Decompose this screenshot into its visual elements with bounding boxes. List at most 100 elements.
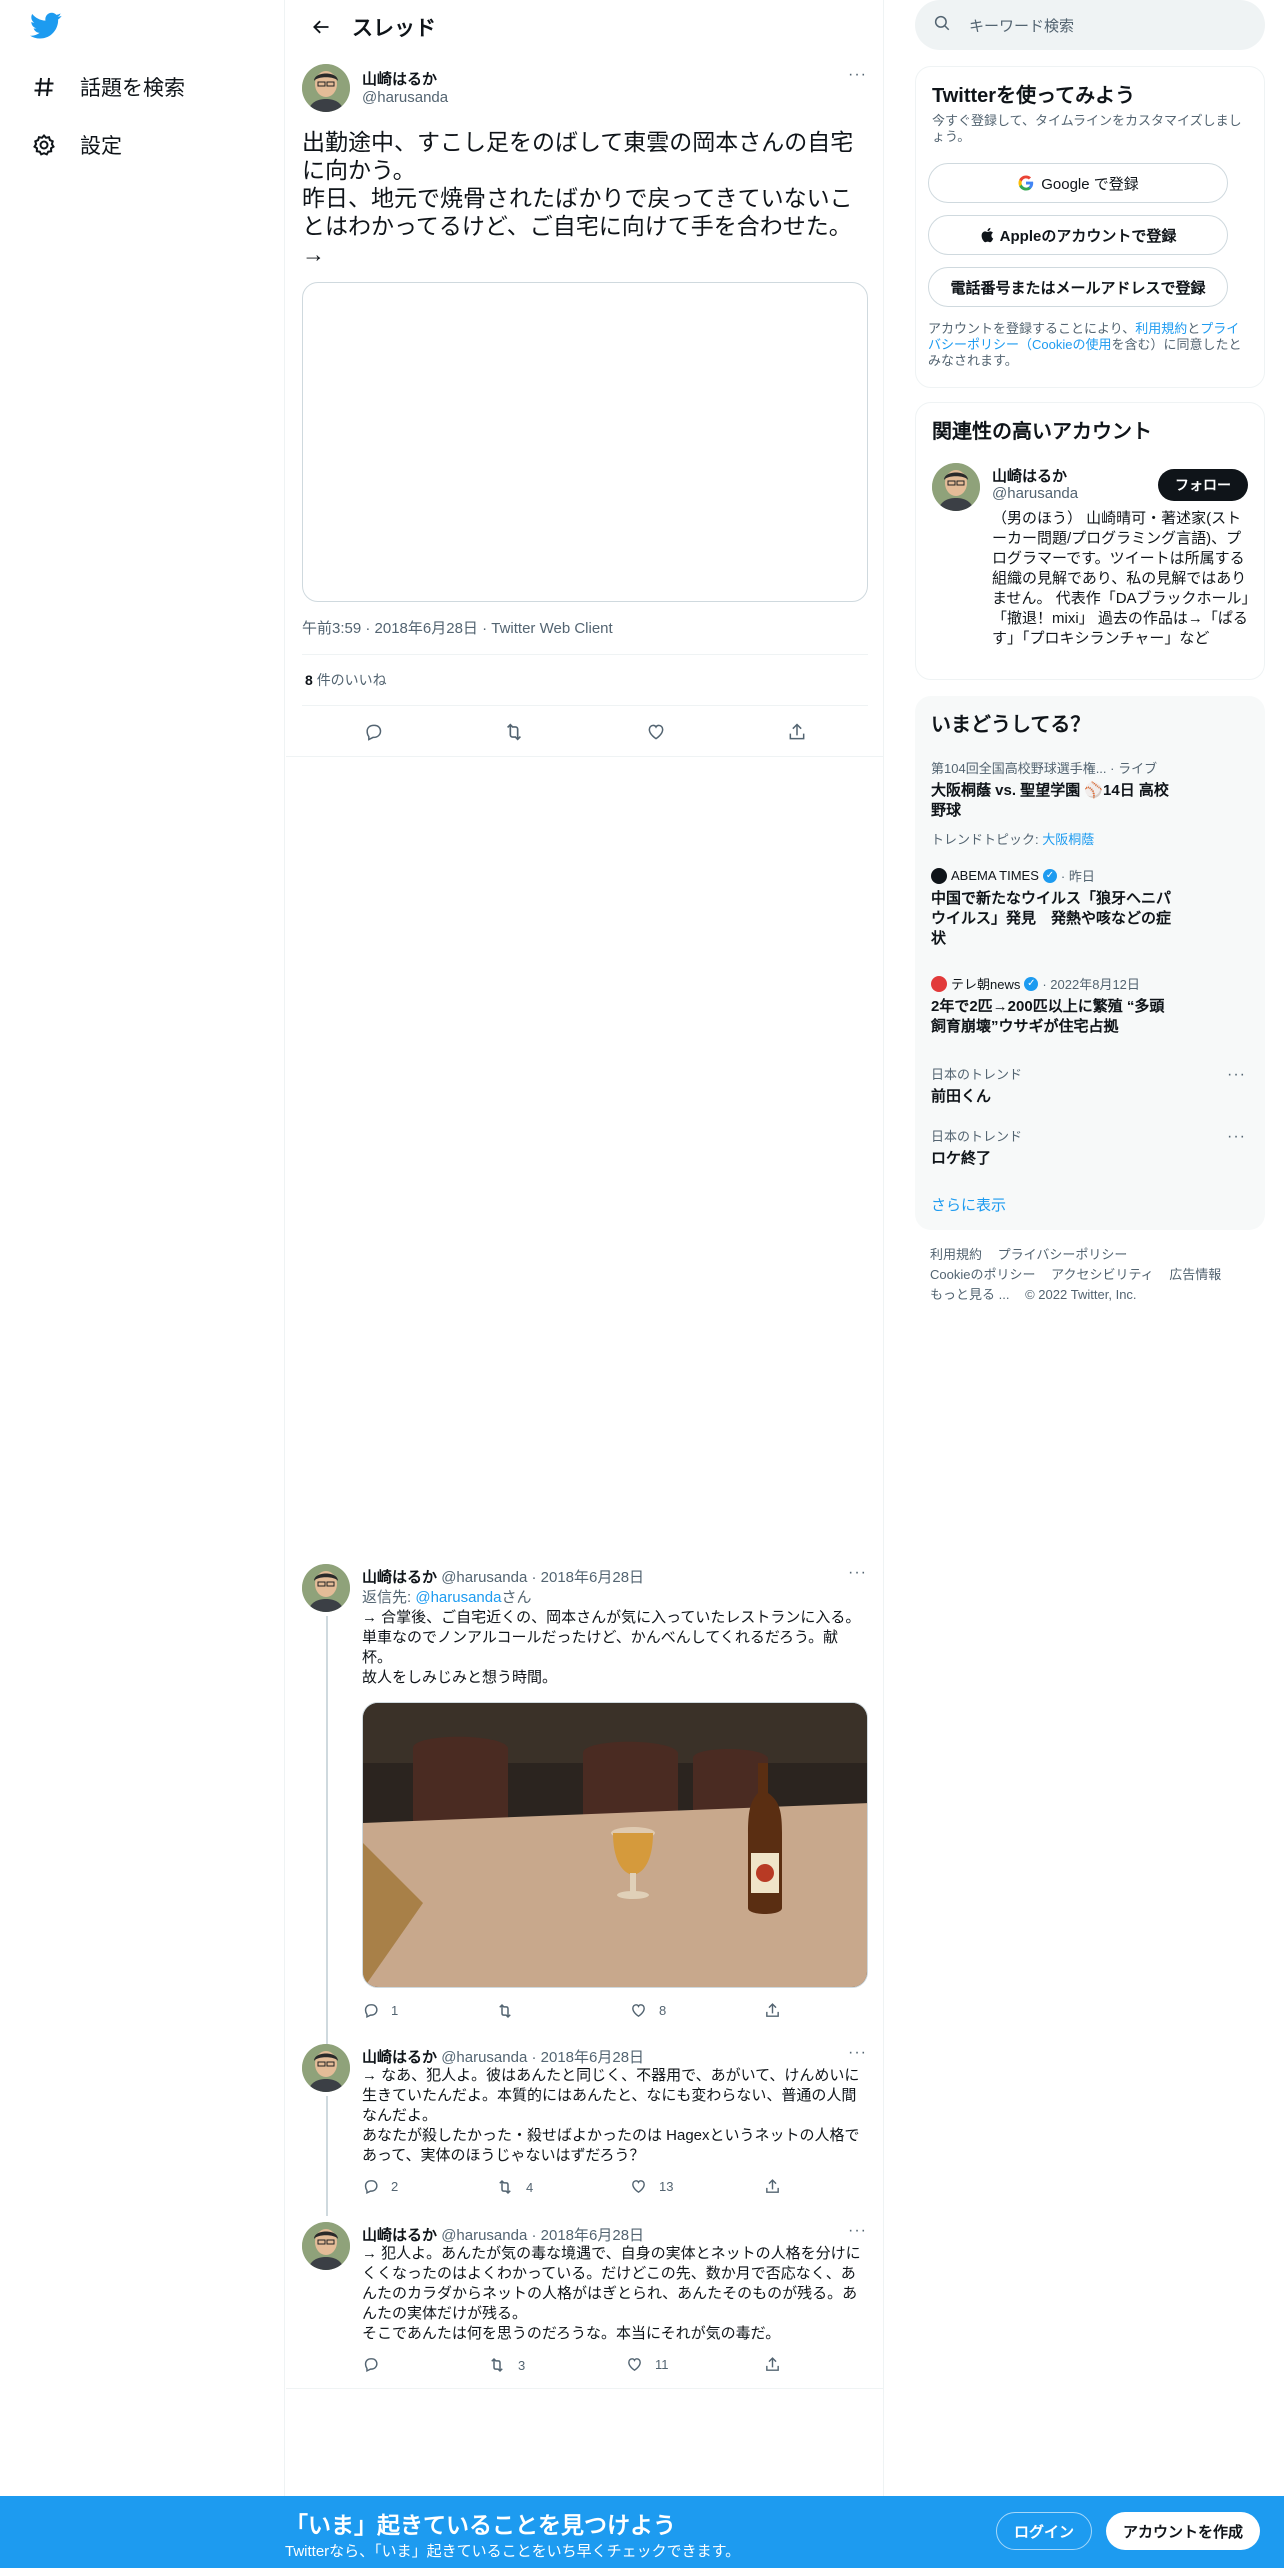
like-count: 8	[659, 2003, 667, 2018]
trend-item[interactable]: 日本のトレンド ロケ終了	[931, 1126, 1251, 1169]
author-handle[interactable]: @harusanda	[441, 1569, 527, 1586]
share-button[interactable]	[764, 2356, 793, 2373]
divider	[286, 756, 884, 757]
reply-tweet[interactable]: 山崎はるか @harusanda · 2018年6月28日 ··· → なあ、犯…	[286, 2036, 884, 2216]
reply-actions: 2 4 13	[362, 2178, 802, 2200]
related-accounts-panel: 関連性の高いアカウント 山崎はるか @harusanda フォロー （男のほう）…	[915, 402, 1265, 680]
trend-item[interactable]: ABEMA TIMES ✓ · 昨日 中国で新たなウイルス「狼牙ヘニパウイルス」…	[931, 866, 1251, 949]
tweet-date[interactable]: · 2018年6月28日	[531, 2227, 644, 2244]
retweet-button[interactable]	[496, 2002, 526, 2020]
login-button[interactable]: ログイン	[996, 2512, 1092, 2550]
author-handle[interactable]: @harusanda	[441, 2049, 527, 2066]
search-placeholder[interactable]: キーワード検索	[969, 15, 1074, 36]
trends-panel: いまどうしてる？ 第104回全国高校野球選手権... · ライブ 大阪桐蔭 vs…	[915, 696, 1265, 1230]
trend-item[interactable]: テレ朝news ✓ · 2022年8月12日 2年で2匹→200匹以上に繁殖 “…	[931, 974, 1251, 1037]
like-count: 11	[655, 2357, 669, 2372]
trend-item[interactable]: 第104回全国高校野球選手権... · ライブ 大阪桐蔭 vs. 聖望学園 ⚾1…	[931, 758, 1251, 848]
like-button[interactable]: 11	[626, 2356, 669, 2373]
share-button[interactable]	[777, 712, 817, 752]
show-more-link[interactable]: さらに表示	[931, 1194, 1006, 1215]
avatar[interactable]	[932, 463, 980, 511]
thread-connector	[326, 1616, 328, 2056]
share-button[interactable]	[764, 2178, 793, 2195]
apple-icon	[981, 227, 993, 243]
apple-signup-button[interactable]: Appleのアカウントで登録	[928, 215, 1228, 255]
avatar[interactable]	[302, 64, 350, 112]
abema-logo-icon	[931, 867, 947, 884]
more-options-icon[interactable]: ···	[848, 66, 867, 84]
more-options-icon[interactable]: ···	[1227, 1128, 1246, 1146]
author-name[interactable]: 山崎はるか	[362, 68, 437, 89]
tweet-actions	[302, 712, 868, 752]
tweet-date[interactable]: · 2018年6月28日	[531, 1569, 644, 1586]
heart-icon	[628, 2358, 641, 2372]
reply-tweet[interactable]: 山崎はるか @harusanda · 2018年6月28日 ··· 返信先: @…	[286, 1556, 884, 2056]
back-button[interactable]	[296, 2, 346, 52]
arrow-left-icon	[313, 20, 329, 34]
tweet-photo[interactable]	[362, 1702, 868, 1988]
like-button[interactable]	[636, 712, 676, 752]
terms-link[interactable]: 利用規約	[1135, 321, 1187, 336]
footer-ads[interactable]: 広告情報	[1169, 1267, 1221, 1282]
link-card[interactable]	[302, 282, 868, 602]
more-options-icon[interactable]: ···	[848, 2044, 867, 2062]
footer-copyright: © 2022 Twitter, Inc.	[1025, 1287, 1137, 1302]
google-signup-button[interactable]: Google で登録	[928, 163, 1228, 203]
likes-count[interactable]: 8 件のいいね	[305, 670, 387, 690]
left-nav: 話題を検索 設定	[0, 0, 285, 2568]
related-name[interactable]: 山崎はるか	[992, 465, 1067, 486]
reply-to-suffix: さん	[501, 1589, 532, 1606]
avatar[interactable]	[302, 1564, 350, 1612]
retweet-icon	[499, 2003, 511, 2019]
retweet-button[interactable]: 4	[496, 2178, 533, 2196]
more-options-icon[interactable]: ···	[1227, 1066, 1246, 1084]
tweet-meta[interactable]: 午前3:59 · 2018年6月28日 · Twitter Web Client	[302, 617, 613, 638]
reply-button[interactable]	[353, 712, 393, 752]
reply-to-handle[interactable]: @harusanda	[415, 1589, 501, 1606]
author-name[interactable]: 山崎はるか	[362, 2227, 437, 2244]
phone-email-signup-button[interactable]: 電話番号またはメールアドレスで登録	[928, 267, 1228, 307]
thread-connector	[326, 2096, 328, 2216]
like-button[interactable]: 13	[630, 2178, 673, 2195]
reply-actions: 1 8	[362, 2002, 802, 2024]
author-name[interactable]: 山崎はるか	[362, 1569, 437, 1586]
footer-terms[interactable]: 利用規約	[930, 1247, 982, 1262]
author-name[interactable]: 山崎はるか	[362, 2049, 437, 2066]
reply-button[interactable]: 2	[362, 2178, 398, 2195]
like-button[interactable]: 8	[630, 2002, 666, 2019]
share-icon	[789, 723, 805, 740]
trend-topic: トレンドトピック: 大阪桐蔭	[931, 829, 1251, 848]
more-options-icon[interactable]: ···	[848, 1564, 867, 1582]
twitter-logo-icon[interactable]	[30, 12, 66, 44]
create-account-button[interactable]: アカウントを作成	[1106, 2512, 1260, 2550]
search-box[interactable]: キーワード検索	[915, 0, 1265, 50]
trend-topic-link[interactable]: 大阪桐蔭	[1042, 832, 1094, 847]
trend-item[interactable]: 日本のトレンド 前田くん	[931, 1064, 1251, 1107]
author-handle[interactable]: @harusanda	[362, 89, 448, 106]
more-options-icon[interactable]: ···	[848, 2222, 867, 2240]
reply-button[interactable]: 1	[362, 2002, 398, 2019]
share-button[interactable]	[764, 2002, 793, 2019]
retweet-button[interactable]	[494, 712, 534, 752]
reply-icon	[364, 2004, 378, 2019]
avatar[interactable]	[302, 2044, 350, 2092]
footer-privacy[interactable]: プライバシーポリシー	[998, 1247, 1128, 1262]
footer-cookie[interactable]: Cookieのポリシー	[930, 1267, 1035, 1282]
reply-count: 1	[391, 2003, 399, 2018]
author-handle[interactable]: @harusanda	[441, 2227, 527, 2244]
apple-signup-label: Appleのアカウントで登録	[999, 227, 1177, 245]
retweet-button[interactable]: 3	[488, 2356, 525, 2374]
related-handle[interactable]: @harusanda	[992, 485, 1078, 502]
reply-to: 返信先: @harusandaさん	[362, 1586, 531, 1607]
follow-button[interactable]: フォロー	[1158, 469, 1248, 501]
reply-button[interactable]	[362, 2356, 391, 2373]
footer-more[interactable]: もっと見る ...	[930, 1287, 1009, 1302]
nav-explore[interactable]: 話題を検索	[30, 62, 185, 112]
nav-settings[interactable]: 設定	[30, 120, 122, 170]
reply-tweet[interactable]: 山崎はるか @harusanda · 2018年6月28日 ··· → 犯人よ。…	[286, 2214, 884, 2390]
heart-icon	[632, 2004, 645, 2018]
avatar[interactable]	[302, 2222, 350, 2270]
footer-accessibility[interactable]: アクセシビリティ	[1051, 1267, 1154, 1282]
search-icon	[933, 14, 951, 36]
tweet-date[interactable]: · 2018年6月28日	[531, 2049, 644, 2066]
